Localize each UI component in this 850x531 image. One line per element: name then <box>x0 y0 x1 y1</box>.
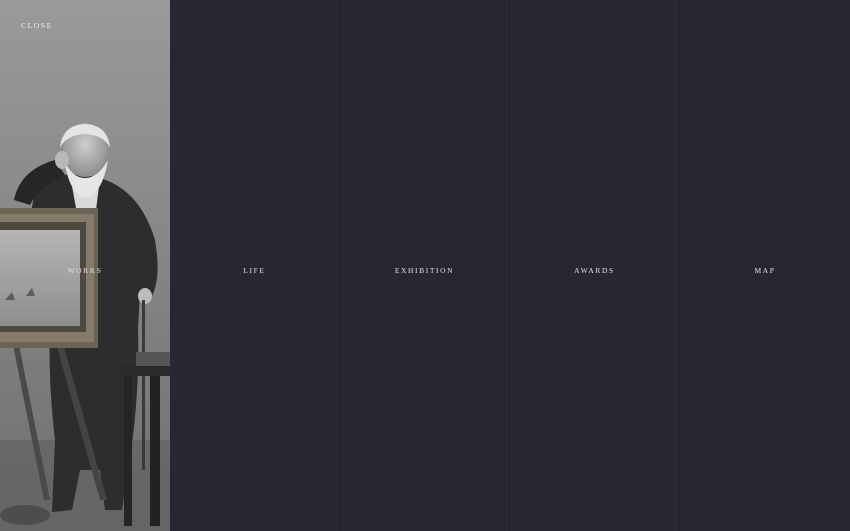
menu-panel-awards[interactable]: AWARDS <box>510 0 680 531</box>
close-button[interactable]: CLOSE <box>21 21 53 30</box>
menu-panel-map[interactable]: MAP <box>680 0 850 531</box>
menu-label-exhibition: EXHIBITION <box>394 266 455 275</box>
menu-panel-works[interactable]: WORKS <box>0 0 170 531</box>
menu-panel-exhibition[interactable]: EXHIBITION <box>340 0 510 531</box>
menu-label-works: WORKS <box>67 266 103 275</box>
menu-label-map: MAP <box>754 266 776 275</box>
menu-panel-life[interactable]: LIFE <box>170 0 340 531</box>
fullscreen-menu: CLOSE WORKS LIFE EXHIBITION AWARDS MAP <box>0 0 850 531</box>
menu-label-life: LIFE <box>243 266 266 275</box>
menu-label-awards: AWARDS <box>574 266 615 275</box>
